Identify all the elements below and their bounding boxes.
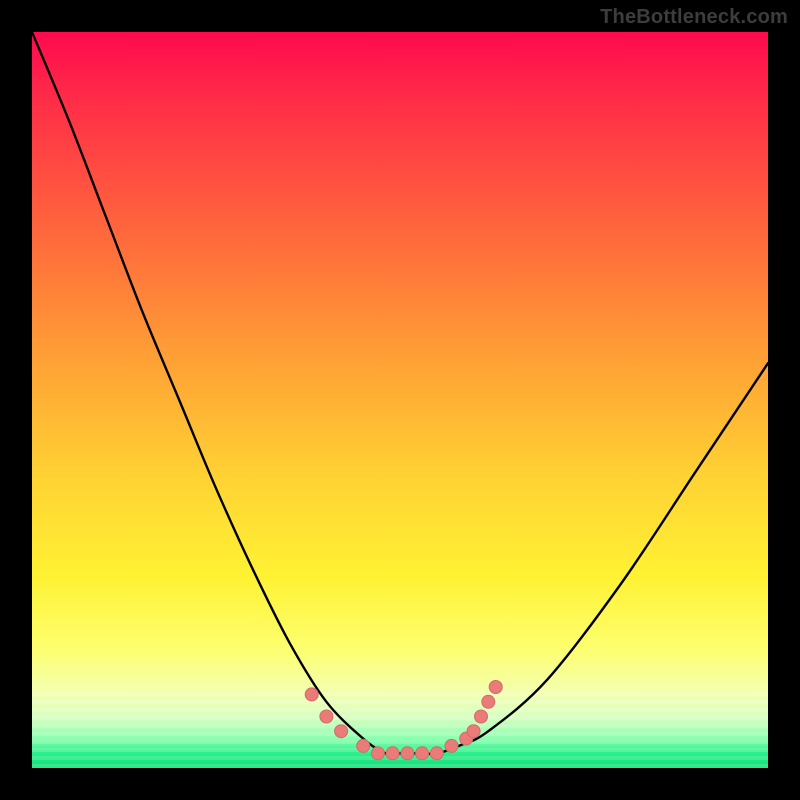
curve-marker — [475, 710, 488, 723]
curve-marker — [482, 695, 495, 708]
curve-markers — [305, 681, 502, 760]
curve-marker — [467, 725, 480, 738]
curve-marker — [335, 725, 348, 738]
curve-marker — [386, 747, 399, 760]
curve-marker — [416, 747, 429, 760]
outer-frame: TheBottleneck.com — [0, 0, 800, 800]
curve-marker — [320, 710, 333, 723]
curve-marker — [430, 747, 443, 760]
chart-svg — [32, 32, 768, 768]
curve-marker — [445, 739, 458, 752]
curve-marker — [371, 747, 384, 760]
curve-marker — [305, 688, 318, 701]
bottleneck-curve — [32, 32, 768, 754]
watermark-text: TheBottleneck.com — [600, 6, 788, 29]
curve-marker — [357, 739, 370, 752]
curve-marker — [401, 747, 414, 760]
plot-area — [32, 32, 768, 768]
curve-marker — [489, 681, 502, 694]
